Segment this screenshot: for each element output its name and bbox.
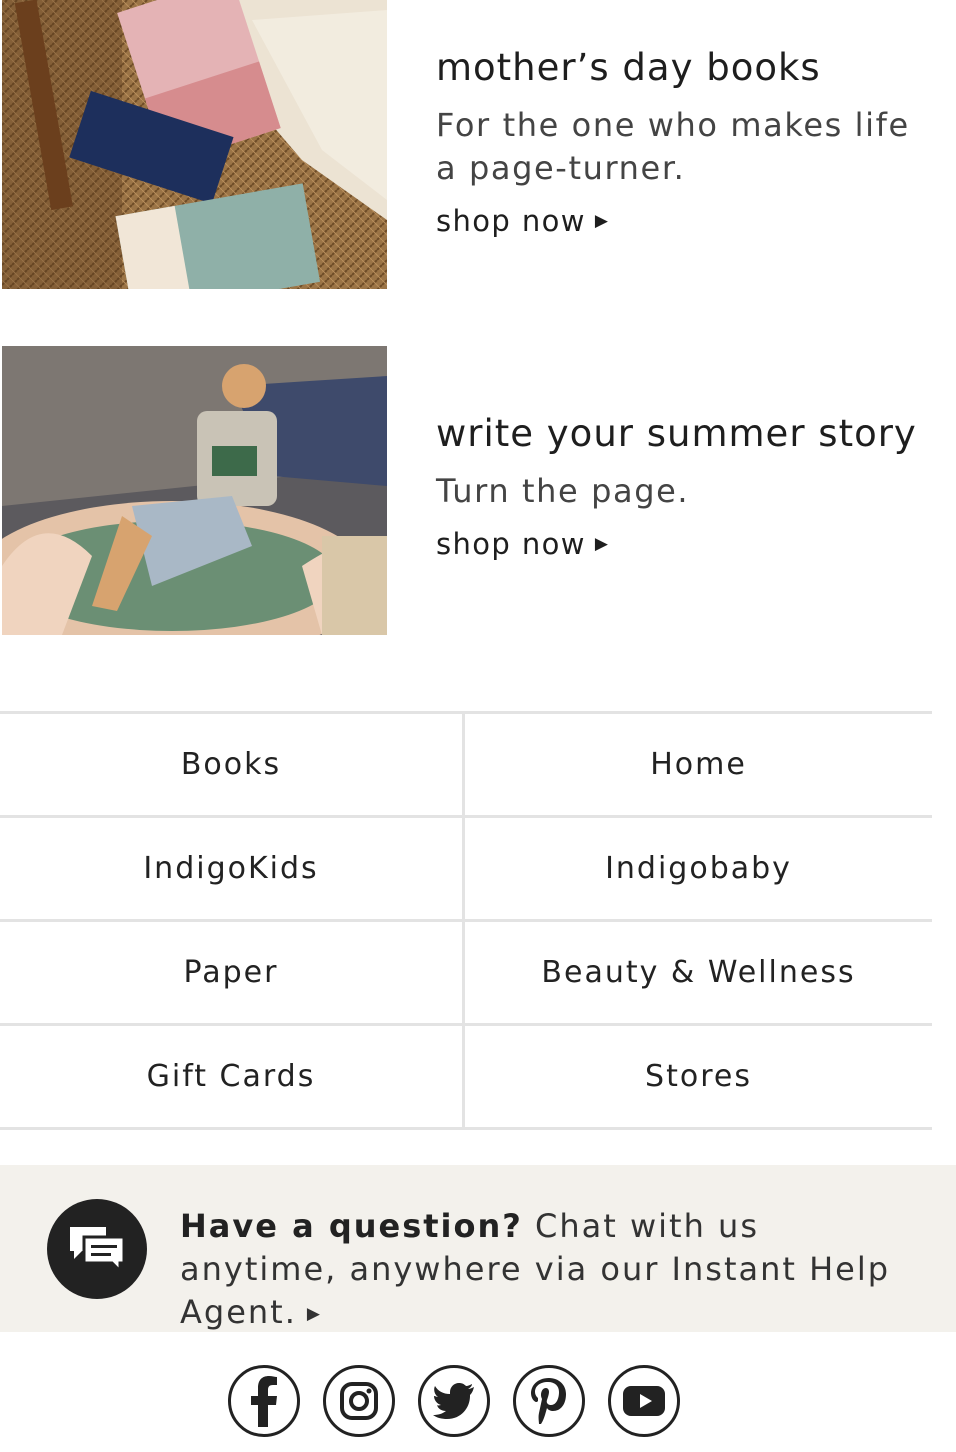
instagram-icon[interactable] (323, 1365, 395, 1437)
twitter-icon[interactable] (418, 1365, 490, 1437)
promo-subtitle: For the one who makes life a page-turner… (436, 106, 910, 188)
promo-mothers-day: mother’s day books For the one who makes… (0, 0, 956, 300)
category-beauty-wellness[interactable]: Beauty & Wellness (465, 922, 932, 1023)
play-arrow-icon: ▶ (594, 534, 610, 555)
category-books[interactable]: Books (0, 714, 465, 815)
shop-now-link[interactable]: shop now ▶ (436, 527, 609, 561)
shop-now-label: shop now (436, 204, 586, 239)
category-paper[interactable]: Paper (0, 922, 465, 1023)
summer-promo-image[interactable] (2, 346, 387, 635)
promo-text: mother’s day books For the one who makes… (436, 46, 936, 238)
help-banner[interactable]: Have a question? Chat with us anytime, a… (0, 1165, 956, 1332)
promo-summer-story: write your summer story Turn the page. s… (0, 346, 956, 646)
shop-now-link[interactable]: shop now ▶ (436, 204, 609, 238)
promo-text: write your summer story Turn the page. s… (436, 412, 936, 561)
youtube-icon[interactable] (608, 1365, 680, 1437)
books-promo-image[interactable] (2, 0, 387, 289)
category-row: Books Home (0, 714, 932, 818)
play-arrow-icon: ▶ (594, 211, 610, 232)
shop-now-label: shop now (436, 527, 586, 562)
category-grid: Books Home IndigoKids Indigobaby Paper B… (0, 711, 932, 1130)
category-stores[interactable]: Stores (465, 1026, 932, 1127)
promo-subtitle: Turn the page. (436, 472, 690, 511)
promo-title: write your summer story (436, 412, 917, 455)
category-indigobaby[interactable]: Indigobaby (465, 818, 932, 919)
category-home[interactable]: Home (465, 714, 932, 815)
category-indigokids[interactable]: IndigoKids (0, 818, 465, 919)
promo-title: mother’s day books (436, 46, 821, 89)
pinterest-icon[interactable] (513, 1365, 585, 1437)
category-gift-cards[interactable]: Gift Cards (0, 1026, 465, 1127)
category-row: Gift Cards Stores (0, 1026, 932, 1130)
category-row: IndigoKids Indigobaby (0, 818, 932, 922)
facebook-icon[interactable] (228, 1365, 300, 1437)
help-question: Have a question? (180, 1207, 523, 1245)
help-text[interactable]: Have a question? Chat with us anytime, a… (180, 1205, 920, 1336)
social-links (228, 1365, 680, 1437)
chat-bubble-icon (47, 1199, 147, 1299)
play-arrow-icon: ▶ (306, 1303, 322, 1324)
category-row: Paper Beauty & Wellness (0, 922, 932, 1026)
